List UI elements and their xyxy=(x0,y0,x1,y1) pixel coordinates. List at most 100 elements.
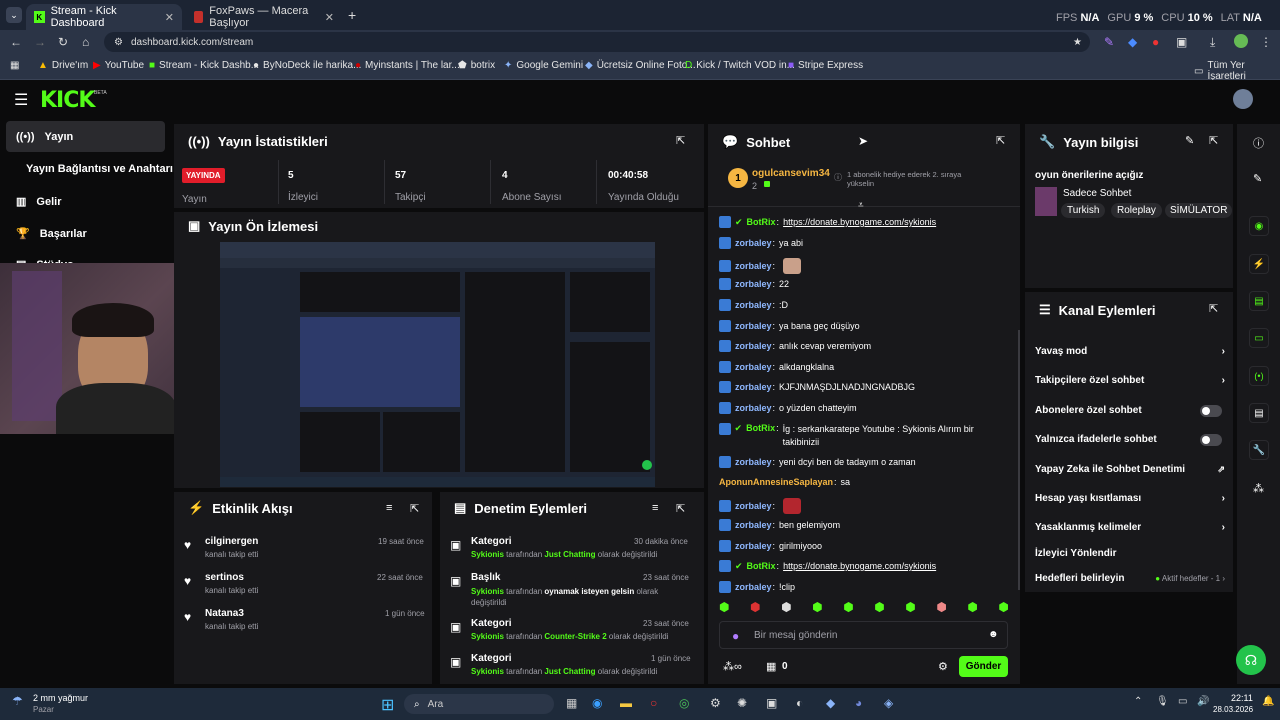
action-account-age[interactable]: Hesap yaşı kısıtlaması › xyxy=(1035,493,1225,504)
sidebar-item-basarilar[interactable]: 🏆 Başarılar xyxy=(16,227,87,241)
bookmark-item[interactable]: ■ Stripe Express xyxy=(788,60,863,71)
windows-start-icon[interactable]: ⊞ xyxy=(381,695,394,715)
extension-icon[interactable]: ● xyxy=(1152,35,1159,49)
collapse-icon[interactable]: ⩡ xyxy=(858,200,864,211)
chat-username[interactable]: zorbaley xyxy=(735,279,772,289)
support-headset-icon[interactable]: ☊ xyxy=(1236,645,1266,675)
emote-icon[interactable]: ⬢ xyxy=(874,600,884,616)
bookmark-star-icon[interactable]: ★ xyxy=(1073,37,1082,48)
emoji-icon[interactable]: ☻ xyxy=(988,629,999,640)
gift-icon[interactable]: ▦ xyxy=(766,660,776,673)
chat-bubble-icon[interactable]: ▭ xyxy=(1249,328,1269,348)
popout-icon[interactable]: ⇱ xyxy=(1209,134,1218,147)
network-icon[interactable]: ▭ xyxy=(1178,696,1187,707)
action-ai-moderation[interactable]: Yapay Zeka ile Sohbet Denetimi ⇗ xyxy=(1035,464,1225,475)
broadcast-icon[interactable]: (•) xyxy=(1249,366,1269,386)
tab-kick-dashboard[interactable]: K Stream - Kick Dashboard ✕ xyxy=(26,4,182,30)
wrench-icon[interactable]: 🔧 xyxy=(1249,440,1269,460)
bits-icon[interactable]: ⁂∞ xyxy=(723,660,742,673)
emote-icon[interactable]: ⬢ xyxy=(936,600,946,616)
chat-username[interactable]: zorbaley xyxy=(735,582,772,592)
chat-username[interactable]: AponunAnnesineSaplayan xyxy=(719,477,833,487)
stream-preview-video[interactable] xyxy=(220,242,655,487)
bookmark-item[interactable]: ● Myinstants | The lar... xyxy=(355,60,460,71)
emote-icon[interactable]: ⬢ xyxy=(905,600,915,616)
bookmark-item[interactable]: ▶ YouTube xyxy=(93,60,144,71)
chat-username[interactable]: BotRix xyxy=(747,561,776,571)
chat-username[interactable]: zorbaley xyxy=(735,501,772,511)
chat-username[interactable]: zorbaley xyxy=(735,261,772,271)
chat-username[interactable]: zorbaley xyxy=(735,403,772,413)
extensions-puzzle-icon[interactable]: ▣ xyxy=(1176,35,1187,49)
new-tab-icon[interactable]: + xyxy=(348,7,356,23)
apps-grid-icon[interactable]: ▦ xyxy=(10,60,19,71)
chat-username[interactable]: zorbaley xyxy=(735,321,772,331)
notification-bell-icon[interactable]: 🔔 xyxy=(1262,696,1274,707)
app-icon[interactable]: ⚙ xyxy=(710,696,721,710)
clock-date[interactable]: 28.03.2026 xyxy=(1213,705,1253,714)
steam-icon[interactable]: ◈ xyxy=(884,696,893,710)
emote-icon[interactable]: ⬢ xyxy=(998,600,1008,616)
send-button[interactable]: Gönder xyxy=(959,656,1008,677)
user-avatar[interactable] xyxy=(1233,89,1253,109)
emote-icon[interactable]: ⬢ xyxy=(843,600,853,616)
volume-icon[interactable]: 🔊 xyxy=(1197,696,1209,707)
download-icon[interactable]: ⤓ xyxy=(1210,35,1215,50)
extension-icon[interactable]: ◆ xyxy=(1128,35,1137,49)
explorer-icon[interactable]: ▬ xyxy=(620,696,632,710)
emote-icon[interactable]: ⬢ xyxy=(812,600,822,616)
edit-pencil-icon[interactable]: ✎ xyxy=(1253,172,1262,185)
app-icon[interactable]: ▣ xyxy=(766,696,777,710)
bookmark-item[interactable]: ⬟ botrix xyxy=(458,60,495,71)
list-icon[interactable]: ▤ xyxy=(1249,403,1269,423)
action-raid[interactable]: İzleyici Yönlendir xyxy=(1035,548,1225,559)
info-icon[interactable]: ⓘ xyxy=(1253,135,1264,151)
chat-username[interactable]: zorbaley xyxy=(735,362,772,372)
kick-logo[interactable]: KICK xyxy=(40,88,95,113)
tab-foxpaws[interactable]: FoxPaws — Macera Başlıyor ✕ xyxy=(186,4,342,30)
follower-name[interactable]: sertinos xyxy=(205,572,244,583)
close-icon[interactable]: ✕ xyxy=(325,11,334,24)
popout-icon[interactable]: ⇱ xyxy=(996,134,1005,147)
chrome-icon[interactable]: ◎ xyxy=(679,696,689,710)
hamburger-menu-icon[interactable]: ☰ xyxy=(14,90,28,110)
discord-icon[interactable]: ◕ xyxy=(855,696,862,710)
chat-username[interactable]: zorbaley xyxy=(735,541,772,551)
chat-text[interactable]: https://donate.bynogame.com/sykionis xyxy=(783,217,936,227)
toggle-emotes-only[interactable] xyxy=(1200,434,1222,446)
action-goals[interactable]: Hedefleri belirleyin ● Aktif hedefler - 1… xyxy=(1035,573,1225,584)
chat-text[interactable]: https://donate.bynogame.com/sykionis xyxy=(783,561,936,571)
bookmark-item[interactable]: ■ Stream - Kick Dashb... xyxy=(149,60,259,71)
chat-username[interactable]: BotRix xyxy=(746,423,775,433)
home-icon[interactable]: ⌂ xyxy=(82,35,89,49)
popout-icon[interactable]: ⇱ xyxy=(410,502,419,515)
follower-name[interactable]: cilginergen xyxy=(205,536,258,547)
bookmark-item[interactable]: ▲ Drive'ım xyxy=(38,60,88,71)
document-icon[interactable]: ▤ xyxy=(1249,291,1269,311)
url-bar[interactable]: ⚙ dashboard.kick.com/stream ★ xyxy=(104,32,1090,52)
sidebar-item-stream-key[interactable]: Yayın Bağlantısı ve Anahtarı xyxy=(26,163,173,175)
menu-kebab-icon[interactable]: ⋮ xyxy=(1260,35,1272,49)
popout-icon[interactable]: ⇱ xyxy=(1209,302,1218,315)
profile-avatar[interactable] xyxy=(1234,34,1248,48)
chat-scrollbar[interactable] xyxy=(1018,330,1020,590)
bookmark-item[interactable]: ◆ Ücretsiz Online Foto... xyxy=(585,60,696,71)
obs-icon[interactable]: ◐ xyxy=(796,696,803,710)
emote-icon[interactable]: ⬢ xyxy=(750,600,760,616)
task-view-icon[interactable]: ▦ xyxy=(566,696,577,710)
tag-chip[interactable]: Turkish xyxy=(1061,203,1106,218)
camera-icon[interactable]: ◉ xyxy=(1249,216,1269,236)
add-widget-icon[interactable]: ⁂ xyxy=(1253,482,1264,495)
edit-pencil-icon[interactable]: ✎ xyxy=(1185,134,1194,147)
chat-username[interactable]: zorbaley xyxy=(735,238,772,248)
bookmark-item[interactable]: D Kick / Twitch VOD in... xyxy=(685,60,795,71)
chat-input[interactable]: ● Bir mesaj gönderin ☻ xyxy=(719,621,1008,649)
action-slow-mode[interactable]: Yavaş mod › xyxy=(1035,346,1225,357)
mic-icon[interactable]: ● xyxy=(732,629,739,643)
taskbar-search[interactable]: ⌕ Ara xyxy=(404,694,554,714)
tray-chevron-icon[interactable]: ⌃ xyxy=(1134,696,1142,707)
opera-icon[interactable]: ○ xyxy=(650,696,657,710)
action-banned-words[interactable]: Yasaklanmış kelimeler › xyxy=(1035,522,1225,533)
app-icon[interactable]: ◆ xyxy=(826,696,835,710)
all-bookmarks[interactable]: ▭ Tüm Yer İşaretleri xyxy=(1194,60,1280,82)
